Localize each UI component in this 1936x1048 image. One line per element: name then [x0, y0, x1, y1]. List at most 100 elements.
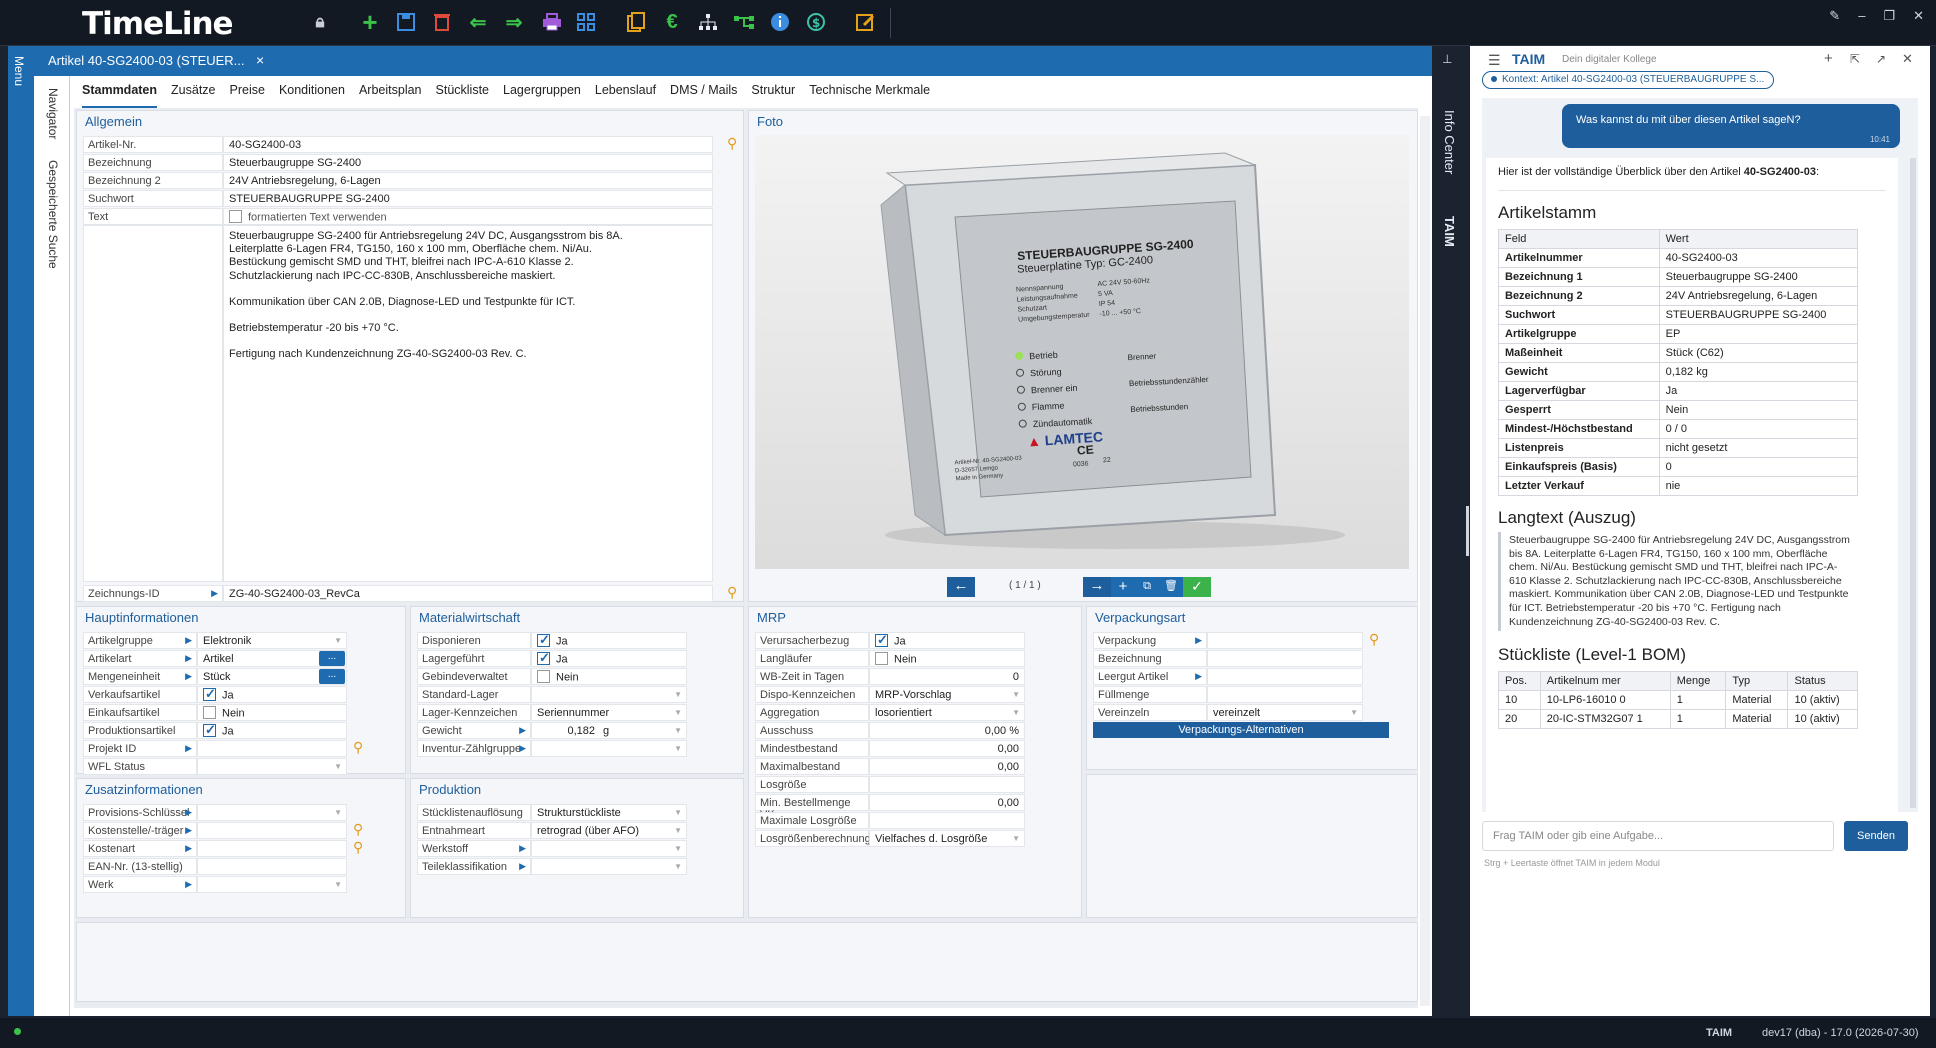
chevron-down-icon[interactable]: ▼: [334, 762, 342, 771]
chevron-down-icon[interactable]: ▼: [334, 880, 342, 889]
hierarchy-icon[interactable]: [696, 10, 720, 34]
checkbox[interactable]: [537, 651, 550, 666]
field-value[interactable]: Seriennummer ▼: [531, 704, 687, 721]
field-value[interactable]: [197, 740, 347, 757]
resize-handle[interactable]: [1466, 506, 1469, 556]
chevron-down-icon[interactable]: ▼: [674, 690, 682, 699]
menu-strip[interactable]: [8, 46, 34, 1016]
chat-scrollbar[interactable]: [1910, 158, 1916, 808]
link-arrow-icon[interactable]: ▶: [185, 653, 192, 664]
taim-tab[interactable]: TAIM: [1442, 216, 1457, 247]
chevron-down-icon[interactable]: ▼: [334, 636, 342, 645]
checkbox[interactable]: [875, 652, 888, 665]
tab-close-icon[interactable]: ×: [256, 52, 264, 68]
import-image-button[interactable]: ⧉: [1135, 577, 1159, 597]
chevron-down-icon[interactable]: ▼: [674, 826, 682, 835]
field-value[interactable]: [1207, 686, 1363, 703]
field-value[interactable]: [1207, 668, 1363, 685]
artikel-nr-input[interactable]: 40-SG2400-03: [223, 136, 713, 153]
search-icon[interactable]: ⚲: [727, 584, 737, 601]
forward-icon[interactable]: ⇒: [502, 10, 526, 34]
document-tab[interactable]: Artikel 40-SG2400-03 (STEUER... ×: [34, 46, 1432, 76]
edit-icon[interactable]: [854, 10, 878, 34]
field-value[interactable]: 0,00 %: [869, 722, 1025, 739]
packaging-alternatives-button[interactable]: Verpackungs-Alternativen: [1093, 722, 1389, 738]
add-icon[interactable]: +: [358, 7, 382, 37]
field-value[interactable]: losorientiert ▼: [869, 704, 1025, 721]
chevron-down-icon[interactable]: ▼: [1350, 708, 1358, 717]
field-value[interactable]: ▼: [531, 740, 687, 757]
text-area[interactable]: Steuerbaugruppe SG-2400 für Antriebsrege…: [223, 225, 713, 582]
chevron-down-icon[interactable]: ▼: [674, 726, 682, 735]
chevron-down-icon[interactable]: ▼: [334, 808, 342, 817]
minimize-icon[interactable]: –: [1858, 8, 1865, 24]
context-chip[interactable]: Kontext: Artikel 40-SG2400-03 (STEUERBAU…: [1482, 71, 1774, 89]
tab-stueckliste[interactable]: Stückliste: [436, 83, 490, 108]
formatted-text-toggle[interactable]: formatierten Text verwenden: [223, 208, 713, 225]
link-arrow-icon[interactable]: ▶: [519, 861, 526, 872]
link-arrow-icon[interactable]: ▶: [185, 825, 192, 836]
back-icon[interactable]: ⇐: [466, 10, 490, 34]
link-arrow-icon[interactable]: ▶: [185, 671, 192, 682]
link-arrow-icon[interactable]: ▶: [1195, 635, 1202, 646]
restore-icon[interactable]: ❐: [1883, 8, 1895, 24]
sync-icon[interactable]: $: [804, 10, 828, 34]
link-arrow-icon[interactable]: ▶: [211, 588, 218, 599]
search-icon[interactable]: ⚲: [727, 135, 737, 152]
checkbox[interactable]: [537, 670, 550, 683]
browse-button[interactable]: ...: [319, 669, 345, 684]
field-value[interactable]: [869, 812, 1025, 829]
checkbox[interactable]: [203, 687, 216, 702]
chat-input[interactable]: Frag TAIM oder gib eine Aufgabe...: [1482, 821, 1834, 851]
chevron-down-icon[interactable]: ▼: [674, 844, 682, 853]
search-icon[interactable]: ⚲: [1369, 631, 1379, 648]
next-image-button[interactable]: →: [1083, 577, 1111, 597]
save-icon[interactable]: [394, 10, 418, 34]
hamburger-icon[interactable]: ☰: [1488, 52, 1501, 69]
browse-button[interactable]: ...: [319, 651, 345, 666]
link-arrow-icon[interactable]: ▶: [519, 725, 526, 736]
field-value[interactable]: Ja: [197, 686, 347, 703]
zeichnungs-id-input[interactable]: ZG-40-SG2400-03_RevCa: [223, 585, 713, 602]
lock-icon[interactable]: 🔒︎: [308, 10, 332, 34]
link-arrow-icon[interactable]: ▶: [185, 807, 192, 818]
bezeichnung-2-input[interactable]: 24V Antriebsregelung, 6-Lagen: [223, 172, 713, 189]
field-value[interactable]: Ja: [197, 722, 347, 739]
field-value[interactable]: ▼: [197, 876, 347, 893]
saved-search-tab[interactable]: Gespeicherte Suche: [46, 160, 60, 269]
chevron-down-icon[interactable]: ▼: [1012, 834, 1020, 843]
field-value[interactable]: ▼: [197, 758, 347, 775]
tab-preise[interactable]: Preise: [230, 83, 265, 108]
chevron-down-icon[interactable]: ▼: [674, 808, 682, 817]
chevron-down-icon[interactable]: ▼: [674, 862, 682, 871]
tab-stammdaten[interactable]: Stammdaten: [82, 83, 158, 108]
field-value[interactable]: [197, 840, 347, 857]
field-value[interactable]: ▼: [531, 840, 687, 857]
field-value[interactable]: Strukturstückliste ▼: [531, 804, 687, 821]
chevron-down-icon[interactable]: ▼: [1012, 690, 1020, 699]
info-center-tab[interactable]: Info Center: [1442, 110, 1457, 174]
link-arrow-icon[interactable]: ▶: [185, 635, 192, 646]
field-value[interactable]: 0,182 g ▼: [531, 722, 687, 739]
tab-technische-merkmale[interactable]: Technische Merkmale: [809, 83, 930, 108]
link-arrow-icon[interactable]: ▶: [185, 879, 192, 890]
field-value[interactable]: ▼: [531, 858, 687, 875]
search-icon[interactable]: ⚲: [353, 739, 363, 756]
field-value[interactable]: 0,00: [869, 794, 1025, 811]
info-icon[interactable]: [768, 10, 792, 34]
field-value[interactable]: Elektronik ▼: [197, 632, 347, 649]
field-value[interactable]: retrograd (über AFO) ▼: [531, 822, 687, 839]
tab-lebenslauf[interactable]: Lebenslauf: [595, 83, 656, 108]
field-value[interactable]: Nein: [869, 650, 1025, 667]
close-icon[interactable]: ✕: [1902, 51, 1913, 67]
field-value[interactable]: [869, 776, 1025, 793]
delete-icon[interactable]: [430, 10, 454, 34]
field-value[interactable]: Ja: [531, 632, 687, 649]
search-icon[interactable]: ⚲: [353, 821, 363, 838]
field-value[interactable]: Ja: [531, 650, 687, 667]
tab-struktur[interactable]: Struktur: [751, 83, 795, 108]
link-arrow-icon[interactable]: ▶: [519, 843, 526, 854]
checkbox[interactable]: [229, 210, 242, 223]
field-value[interactable]: vereinzelt ▼: [1207, 704, 1363, 721]
field-value[interactable]: Vielfaches d. Losgröße ▼: [869, 830, 1025, 847]
